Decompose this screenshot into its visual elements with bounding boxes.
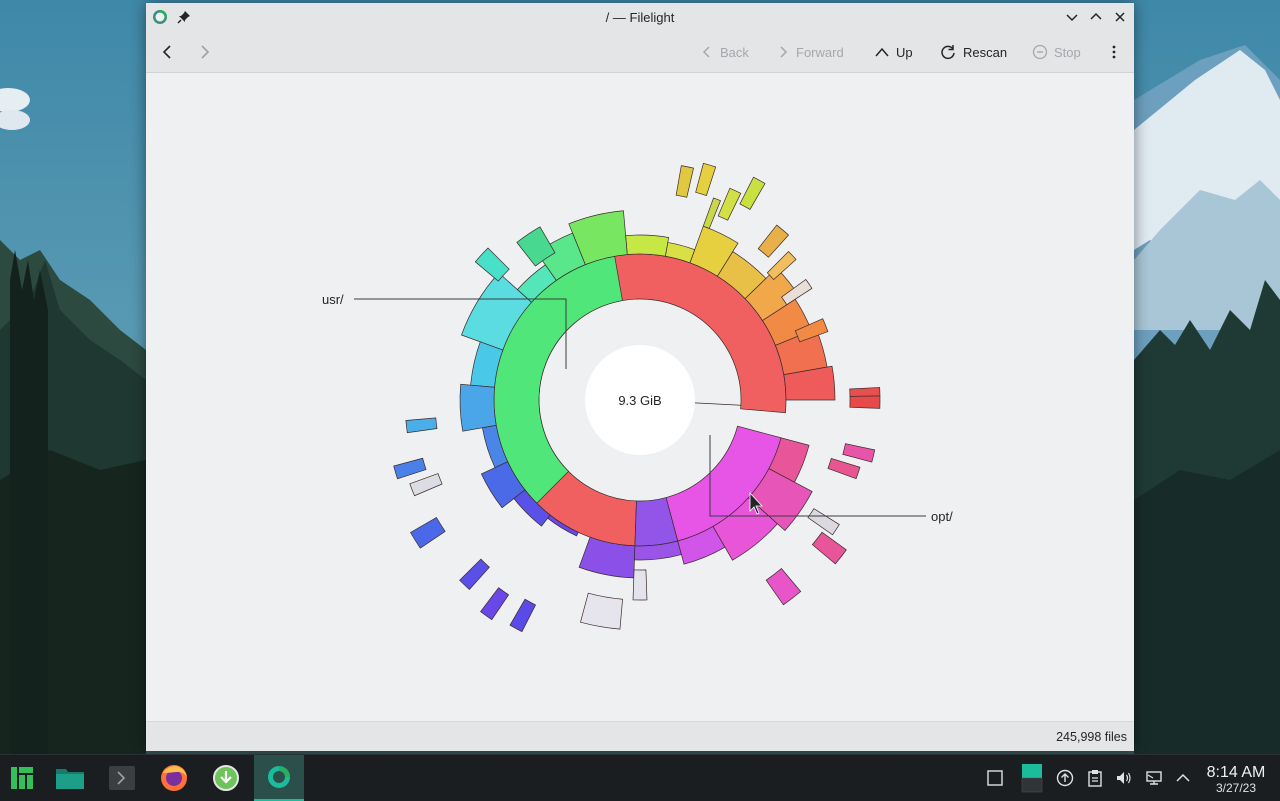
radial-map[interactable]: 9.3 GiB usr/ opt/ bbox=[146, 73, 1134, 721]
spike-segment-21[interactable] bbox=[632, 569, 648, 601]
clipboard-icon[interactable] bbox=[1085, 768, 1105, 788]
chevron-left-icon bbox=[162, 45, 171, 59]
history-back-button[interactable] bbox=[154, 39, 180, 65]
spike-segment-4[interactable] bbox=[675, 165, 694, 198]
clock-time[interactable]: 8:14 AM bbox=[1200, 764, 1272, 782]
volume-icon[interactable] bbox=[1114, 768, 1134, 788]
opt-callout-label: opt/ bbox=[931, 509, 953, 524]
back-button[interactable]: Back bbox=[700, 40, 749, 64]
spike-segment-1[interactable] bbox=[717, 187, 742, 221]
chevron-right-icon bbox=[201, 45, 210, 59]
back-label: Back bbox=[720, 44, 749, 60]
refresh-icon bbox=[941, 45, 955, 60]
downloader-icon bbox=[213, 765, 239, 791]
spike-segment-2[interactable] bbox=[702, 197, 721, 229]
manjaro-menu-icon bbox=[11, 767, 33, 789]
status-bar: 245,998 files bbox=[146, 721, 1134, 751]
taskbar-filelight[interactable] bbox=[254, 755, 304, 801]
spike-segment-14[interactable] bbox=[393, 457, 427, 480]
taskbar-terminal[interactable] bbox=[100, 755, 144, 801]
forward-label: Forward bbox=[796, 44, 844, 60]
spike-segment-17[interactable] bbox=[459, 558, 490, 590]
up-label: Up bbox=[896, 44, 913, 60]
window-title: / — Filelight bbox=[605, 10, 675, 25]
spike-segment-24[interactable] bbox=[827, 458, 861, 480]
chevron-up-icon[interactable] bbox=[1173, 768, 1193, 788]
spike-segment-18[interactable] bbox=[480, 587, 510, 621]
toolbar: Back Forward Up Rescan Stop bbox=[146, 32, 1134, 73]
forward-button[interactable]: Forward bbox=[776, 40, 844, 64]
close-icon[interactable] bbox=[1110, 7, 1130, 27]
updates-icon[interactable] bbox=[1055, 768, 1075, 788]
pager-icon[interactable] bbox=[1021, 763, 1043, 793]
spike-segment-22[interactable] bbox=[765, 568, 802, 606]
application-launcher[interactable] bbox=[0, 755, 44, 801]
spike-segment-0[interactable] bbox=[739, 176, 766, 210]
spike-segment-3[interactable] bbox=[695, 162, 717, 196]
taskbar-downloader[interactable] bbox=[204, 755, 248, 801]
history-forward-button[interactable] bbox=[192, 39, 218, 65]
kebab-menu-icon bbox=[1112, 45, 1116, 59]
clock-date[interactable]: 3/27/23 bbox=[1200, 781, 1272, 795]
spike-segment-23[interactable] bbox=[811, 531, 847, 565]
maximize-icon[interactable] bbox=[1086, 7, 1106, 27]
taskbar: 8:14 AM 3/27/23 bbox=[0, 754, 1280, 801]
file-manager-icon bbox=[56, 769, 84, 789]
spike-segment-11[interactable] bbox=[474, 247, 510, 282]
rescan-label: Rescan bbox=[963, 44, 1008, 60]
center-size-label: 9.3 GiB bbox=[618, 393, 661, 408]
taskbar-file-manager[interactable] bbox=[48, 755, 92, 801]
spike-segment-10[interactable] bbox=[849, 387, 881, 397]
overflow-menu-button[interactable] bbox=[1101, 39, 1127, 65]
filelight-icon bbox=[268, 766, 290, 788]
stop-icon bbox=[1032, 44, 1048, 60]
show-desktop-icon[interactable] bbox=[985, 768, 1005, 788]
taskbar-firefox[interactable] bbox=[152, 755, 196, 801]
spike-segment-20[interactable] bbox=[580, 592, 623, 630]
spike-segment-9[interactable] bbox=[849, 395, 881, 409]
file-count: 245,998 files bbox=[1056, 730, 1127, 744]
back-arrow-icon bbox=[702, 46, 710, 58]
root-ring-segment[interactable] bbox=[694, 402, 741, 406]
terminal-icon bbox=[109, 766, 135, 790]
usr-callout-label: usr/ bbox=[322, 292, 344, 307]
spike-segment-25[interactable] bbox=[842, 443, 876, 463]
spike-segment-26[interactable] bbox=[807, 508, 840, 536]
title-bar[interactable]: / — Filelight bbox=[146, 3, 1134, 32]
filelight-window: / — Filelight Back Forward Up Rescan Sto… bbox=[146, 3, 1134, 751]
rescan-button[interactable]: Rescan bbox=[939, 40, 1007, 64]
network-icon[interactable] bbox=[1144, 768, 1164, 788]
radial-map-canvas[interactable]: 9.3 GiB usr/ opt/ bbox=[146, 73, 1134, 721]
outer-segment-7[interactable] bbox=[625, 234, 670, 257]
firefox-icon bbox=[161, 765, 187, 791]
up-arrow-icon bbox=[875, 47, 889, 57]
spike-segment-19[interactable] bbox=[509, 598, 537, 633]
spike-segment-13[interactable] bbox=[405, 417, 438, 434]
minimize-icon[interactable] bbox=[1062, 7, 1082, 27]
forward-arrow-icon bbox=[780, 46, 788, 58]
stop-label: Stop bbox=[1054, 44, 1081, 60]
stop-button[interactable]: Stop bbox=[1032, 40, 1081, 64]
spike-segment-5[interactable] bbox=[757, 224, 790, 258]
spike-segment-16[interactable] bbox=[410, 517, 446, 549]
spike-segment-15[interactable] bbox=[409, 473, 443, 497]
outer-segment-13[interactable] bbox=[459, 383, 497, 432]
up-button[interactable]: Up bbox=[874, 40, 913, 64]
